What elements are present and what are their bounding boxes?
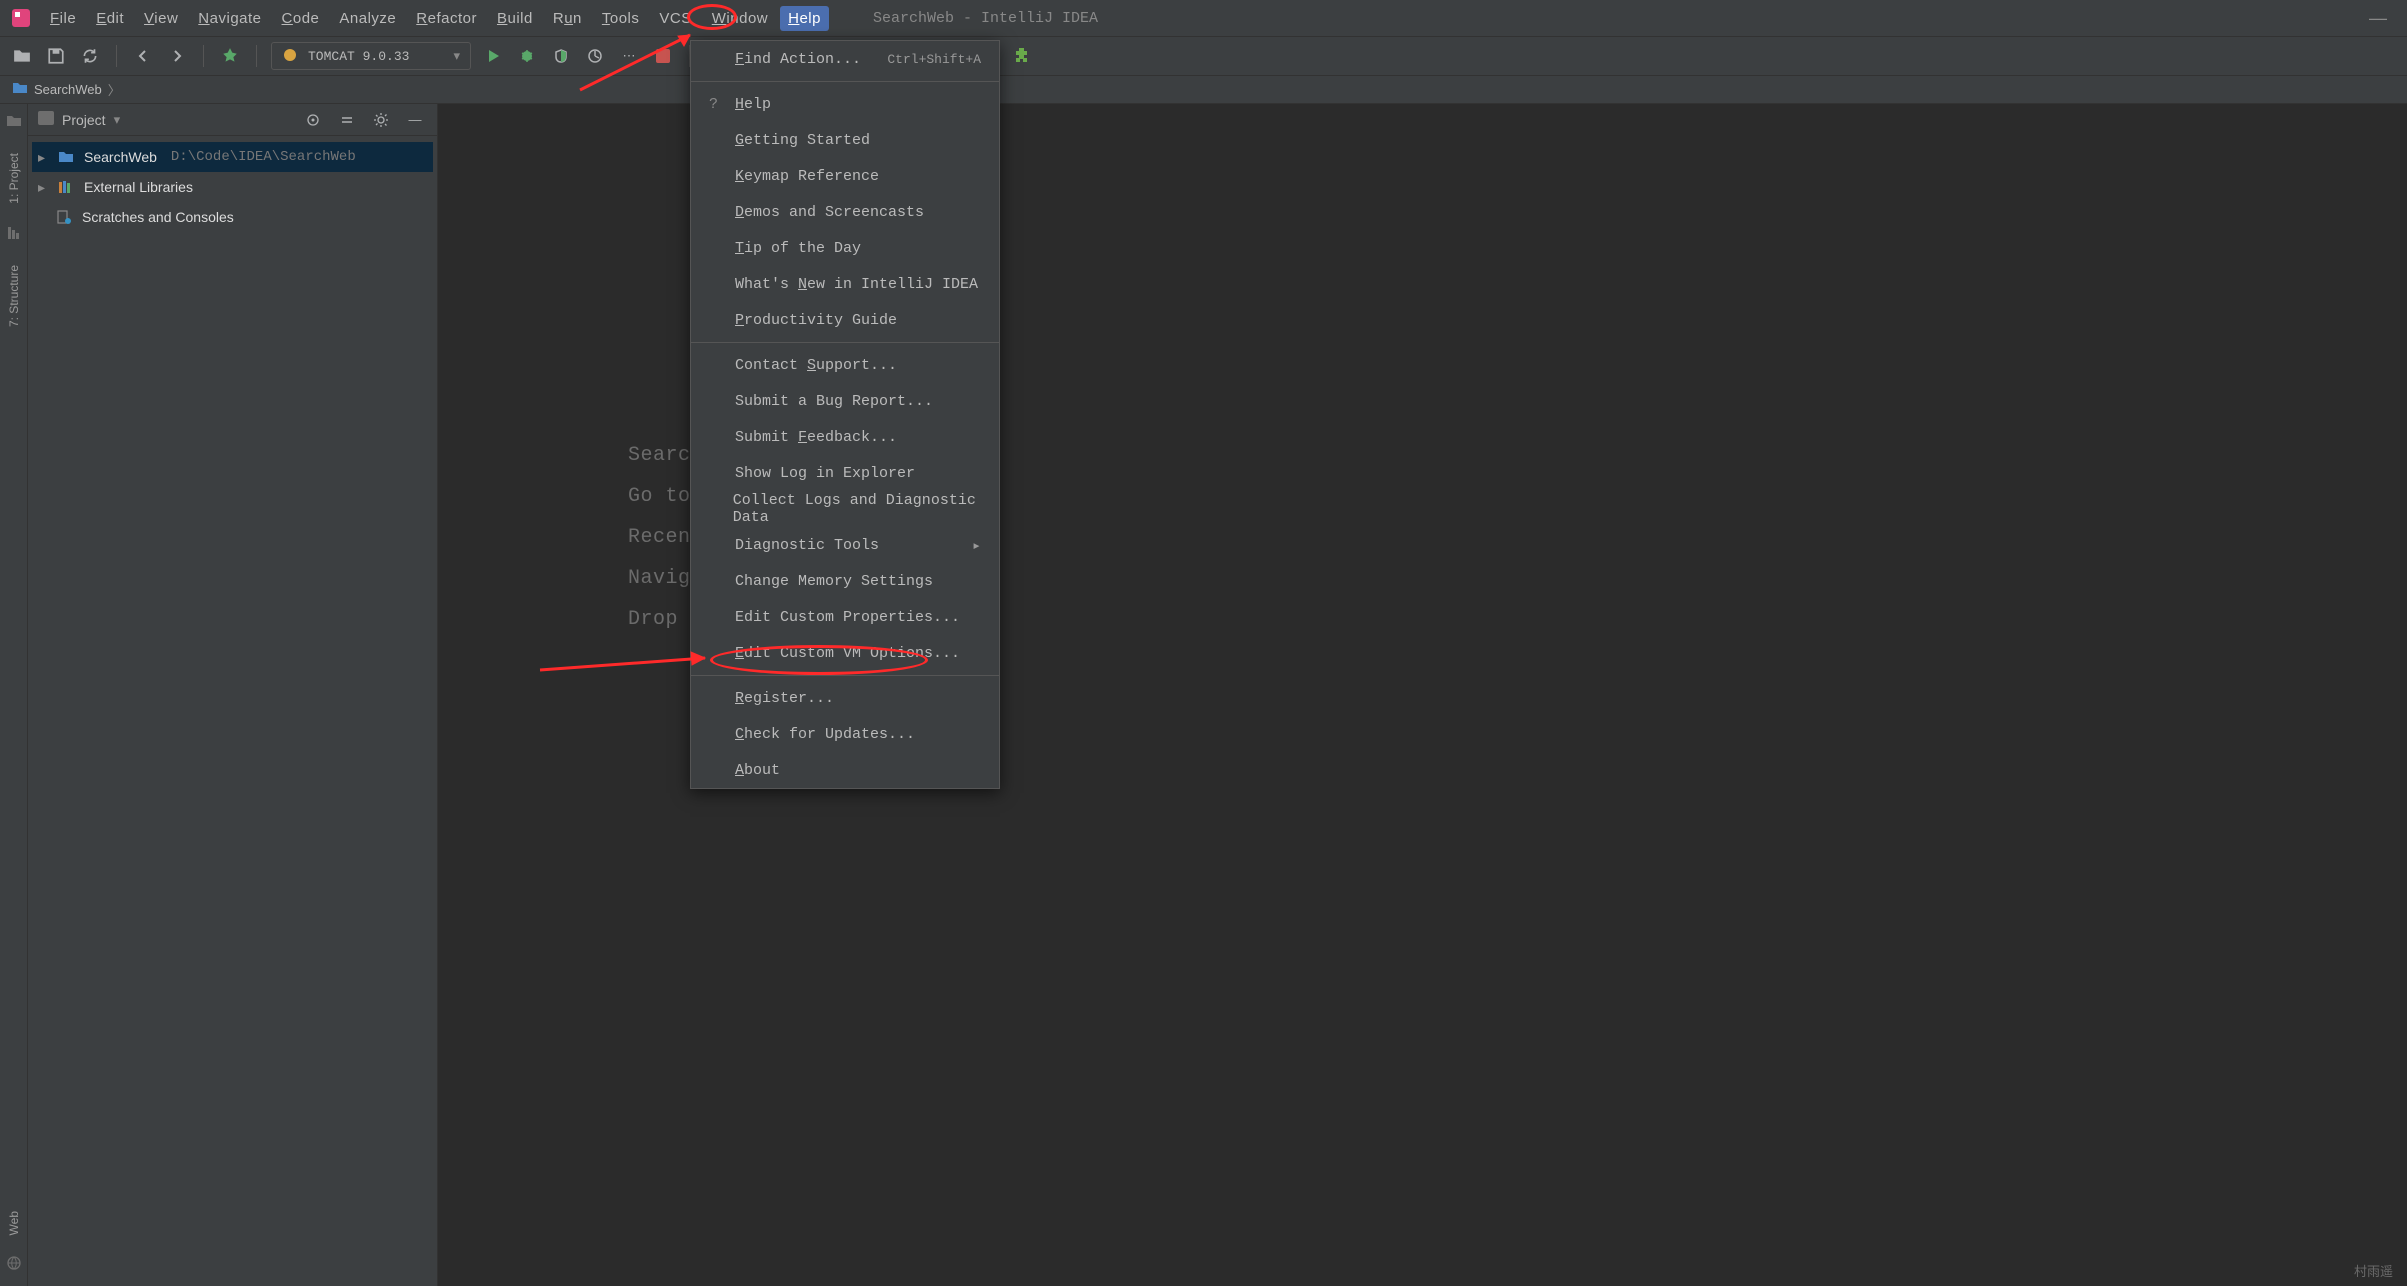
dd-keymap[interactable]: Keymap Reference (691, 158, 999, 194)
module-folder-icon (58, 150, 76, 164)
folder-tab-icon[interactable] (6, 114, 22, 131)
dd-tip[interactable]: Tip of the Day (691, 230, 999, 266)
dd-memory[interactable]: Change Memory Settings (691, 563, 999, 599)
dd-demos[interactable]: Demos and Screencasts (691, 194, 999, 230)
scratches-icon (56, 209, 74, 225)
app-logo-icon (10, 7, 32, 29)
save-icon[interactable] (44, 44, 68, 68)
dd-contact[interactable]: Contact Support... (691, 347, 999, 383)
dd-diagnostic[interactable]: Diagnostic Tools▸ (691, 527, 999, 563)
debug-icon[interactable] (515, 44, 539, 68)
libraries-icon (58, 180, 76, 194)
menu-window[interactable]: Window (704, 6, 776, 31)
breadcrumb-root[interactable]: SearchWeb (34, 82, 102, 97)
tree-scratches[interactable]: Scratches and Consoles (32, 202, 433, 232)
project-icon (38, 111, 54, 128)
dd-check-updates[interactable]: Check for Updates... (691, 716, 999, 752)
tab-structure[interactable]: 7: Structure (7, 259, 21, 333)
run-config-name: TOMCAT 9.0.33 (308, 49, 409, 64)
coverage-icon[interactable] (549, 44, 573, 68)
globe-icon[interactable] (6, 1255, 22, 1274)
attach-icon[interactable]: ⋯ (617, 44, 641, 68)
chevron-down-icon[interactable]: ▾ (114, 112, 121, 128)
arrow-right-icon: ▸ (972, 536, 981, 555)
dd-properties[interactable]: Edit Custom Properties... (691, 599, 999, 635)
dd-feedback[interactable]: Submit Feedback... (691, 419, 999, 455)
tree-root-label: SearchWeb (84, 149, 157, 165)
dd-getting-started[interactable]: Getting Started (691, 122, 999, 158)
forward-icon[interactable] (165, 44, 189, 68)
dd-register[interactable]: Register... (691, 680, 999, 716)
run-icon[interactable] (481, 44, 505, 68)
menu-file[interactable]: File (42, 6, 84, 31)
structure-tab-icon[interactable] (7, 226, 21, 243)
tree-external-libs[interactable]: ▸ External Libraries (32, 172, 433, 202)
tab-project[interactable]: 1: Project (7, 147, 21, 210)
breadcrumb: SearchWeb 〉 (0, 76, 2407, 104)
tree-root[interactable]: ▸ SearchWeb D:\Code\IDEA\SearchWeb (32, 142, 433, 172)
dd-productivity[interactable]: Productivity Guide (691, 302, 999, 338)
project-tree: ▸ SearchWeb D:\Code\IDEA\SearchWeb ▸ Ext… (28, 136, 437, 238)
tree-root-path: D:\Code\IDEA\SearchWeb (171, 149, 356, 165)
dd-vm-options[interactable]: Edit Custom VM Options... (691, 635, 999, 671)
menubar: File Edit View Navigate Code Analyze Ref… (0, 0, 2407, 36)
question-icon: ? (709, 96, 725, 113)
arrow-right-icon: ▸ (38, 179, 50, 196)
welcome-hints: Searc Go to Recen Navig Drop (628, 444, 691, 631)
project-panel: Project ▾ — ▸ SearchWeb D:\Code\IDEA\Sea… (28, 104, 438, 1286)
tab-web[interactable]: Web (7, 1205, 21, 1241)
menu-refactor[interactable]: Refactor (408, 6, 485, 31)
minimize-icon[interactable]: — (2369, 8, 2387, 29)
menu-vcs[interactable]: VCS (651, 6, 699, 31)
dd-collect[interactable]: Collect Logs and Diagnostic Data (691, 491, 999, 527)
hint-goto: Go to (628, 485, 691, 508)
chevron-right-icon: 〉 (108, 80, 121, 99)
menu-navigate[interactable]: Navigate (190, 6, 269, 31)
menu-edit[interactable]: Edit (88, 6, 132, 31)
profiler-icon[interactable] (583, 44, 607, 68)
dd-whatsnew[interactable]: What's New in IntelliJ IDEA (691, 266, 999, 302)
stop-icon[interactable] (651, 44, 675, 68)
dd-bug[interactable]: Submit a Bug Report... (691, 383, 999, 419)
dd-about[interactable]: About (691, 752, 999, 788)
arrow-right-icon: ▸ (38, 149, 50, 166)
watermark: 村雨遥 (2354, 1261, 2393, 1280)
sync-icon[interactable] (78, 44, 102, 68)
hint-recent: Recen (628, 526, 691, 549)
plugins-icon[interactable] (1010, 44, 1034, 68)
build-icon[interactable] (218, 44, 242, 68)
collapse-icon[interactable] (335, 108, 359, 132)
open-icon[interactable] (10, 44, 34, 68)
dd-help[interactable]: ? Help (691, 86, 999, 122)
back-icon[interactable] (131, 44, 155, 68)
help-dropdown: Find Action... Ctrl+Shift+A ? Help Getti… (690, 40, 1000, 789)
project-panel-title[interactable]: Project (62, 112, 106, 128)
tomcat-icon (282, 47, 298, 66)
hint-drop: Drop (628, 608, 691, 631)
hint-search: Searc (628, 444, 691, 467)
menu-tools[interactable]: Tools (594, 6, 648, 31)
chevron-down-icon: ▾ (453, 48, 460, 64)
menu-run[interactable]: Run (545, 6, 590, 31)
hint-navbar: Navig (628, 567, 691, 590)
project-panel-header: Project ▾ — (28, 104, 437, 136)
dd-find-action[interactable]: Find Action... Ctrl+Shift+A (691, 41, 999, 77)
left-gutter: 1: Project 7: Structure Web (0, 104, 28, 1286)
dd-find-action-shortcut: Ctrl+Shift+A (887, 52, 981, 67)
window-title: SearchWeb - IntelliJ IDEA (873, 10, 1098, 27)
menu-code[interactable]: Code (274, 6, 328, 31)
tree-extlibs-label: External Libraries (84, 179, 193, 195)
locate-icon[interactable] (301, 108, 325, 132)
menu-build[interactable]: Build (489, 6, 541, 31)
menu-help[interactable]: Help (780, 6, 829, 31)
hide-icon[interactable]: — (403, 108, 427, 132)
gear-icon[interactable] (369, 108, 393, 132)
menu-view[interactable]: View (136, 6, 186, 31)
toolbar: TOMCAT 9.0.33 ▾ ⋯ (0, 36, 2407, 76)
menu-analyze[interactable]: Analyze (331, 6, 404, 31)
folder-icon (12, 81, 28, 98)
dd-log[interactable]: Show Log in Explorer (691, 455, 999, 491)
tree-scratches-label: Scratches and Consoles (82, 209, 234, 225)
run-config-selector[interactable]: TOMCAT 9.0.33 ▾ (271, 42, 471, 70)
